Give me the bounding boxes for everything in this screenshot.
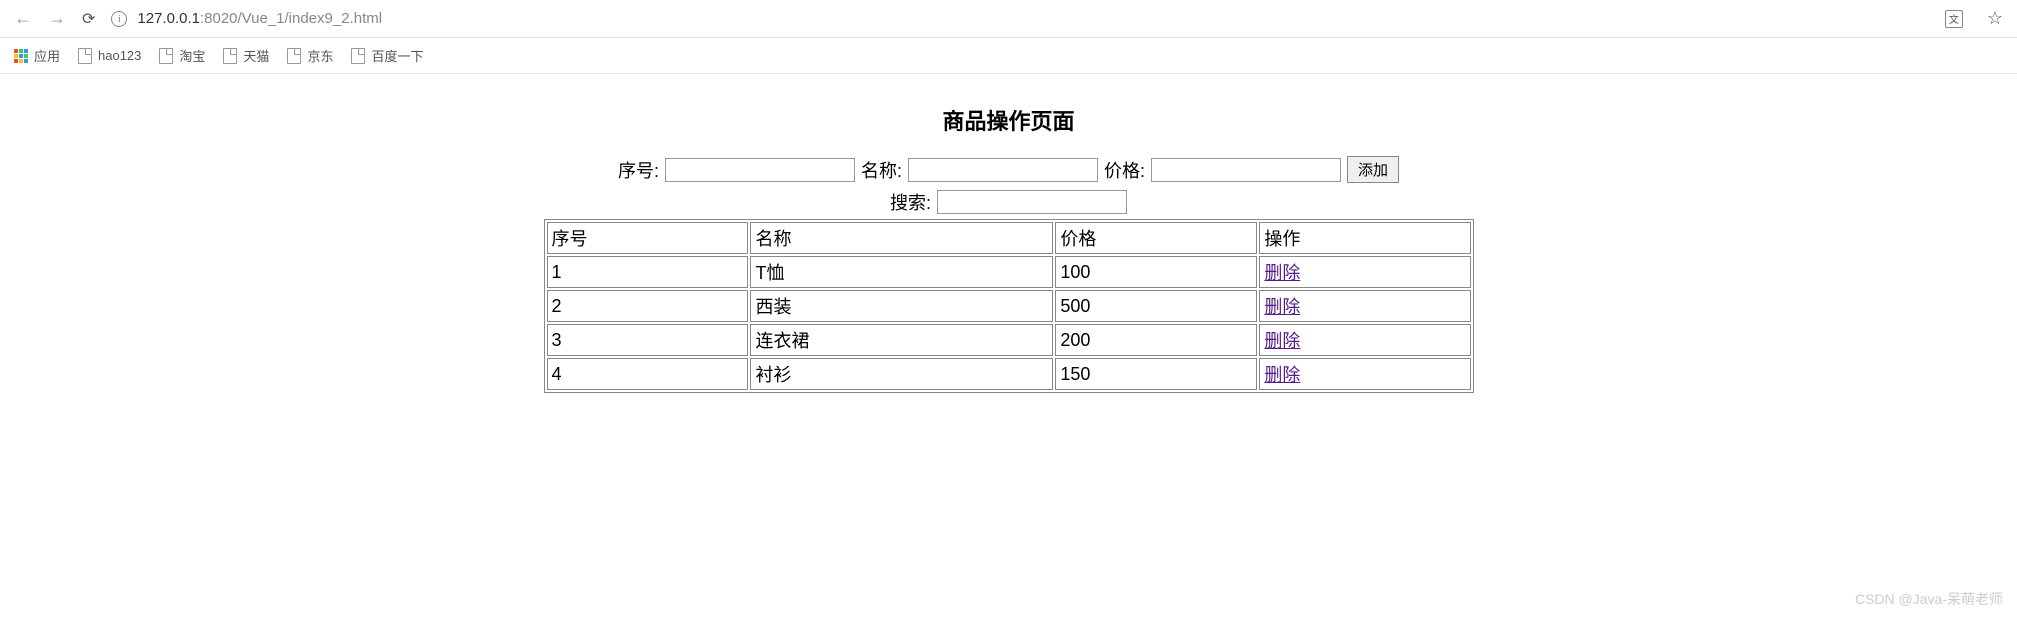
table-header-row: 序号 名称 价格 操作 xyxy=(547,222,1471,254)
cell-price: 150 xyxy=(1055,358,1257,390)
browser-toolbar: ← → ⟳ i 127.0.0.1:8020/Vue_1/index9_2.ht… xyxy=(0,0,2017,38)
site-info-icon[interactable]: i xyxy=(111,11,127,27)
cell-name: 连衣裙 xyxy=(750,324,1053,356)
apps-button[interactable]: 应用 xyxy=(14,46,60,65)
page-icon xyxy=(287,48,301,64)
apps-grid-icon xyxy=(14,49,28,63)
bookmark-tmall[interactable]: 天猫 xyxy=(223,46,269,65)
price-input[interactable] xyxy=(1151,158,1341,182)
delete-link[interactable]: 删除 xyxy=(1264,365,1300,385)
header-name: 名称 xyxy=(750,222,1053,254)
form-row: 序号: 名称: 价格: 添加 xyxy=(618,156,1399,183)
watermark: CSDN @Java-呆萌老师 xyxy=(1855,589,2003,609)
name-input[interactable] xyxy=(908,158,1098,182)
header-price: 价格 xyxy=(1055,222,1257,254)
forward-button[interactable]: → xyxy=(48,8,66,29)
bookmark-hao123[interactable]: hao123 xyxy=(78,48,141,64)
cell-name: 衬衫 xyxy=(750,358,1053,390)
translate-icon[interactable]: 文 xyxy=(1945,10,1963,28)
header-id: 序号 xyxy=(547,222,749,254)
cell-price: 100 xyxy=(1055,256,1257,288)
table-row: 2 西装 500 删除 xyxy=(547,290,1471,322)
search-label: 搜索: xyxy=(890,189,931,215)
reload-button[interactable]: ⟳ xyxy=(82,9,95,29)
back-button[interactable]: ← xyxy=(14,8,32,29)
cell-name: 西装 xyxy=(750,290,1053,322)
bookmark-baidu[interactable]: 百度一下 xyxy=(351,46,423,65)
bookmark-taobao[interactable]: 淘宝 xyxy=(159,46,205,65)
cell-id: 4 xyxy=(547,358,749,390)
page-icon xyxy=(78,48,92,64)
page-icon xyxy=(223,48,237,64)
url-text: 127.0.0.1:8020/Vue_1/index9_2.html xyxy=(137,10,382,27)
table-row: 4 衬衫 150 删除 xyxy=(547,358,1471,390)
search-row: 搜索: xyxy=(890,189,1127,215)
page-content: 商品操作页面 序号: 名称: 价格: 添加 搜索: 序号 名称 价格 操作 1 … xyxy=(0,74,2017,393)
cell-price: 200 xyxy=(1055,324,1257,356)
price-label: 价格: xyxy=(1104,157,1145,183)
header-action: 操作 xyxy=(1259,222,1470,254)
cell-id: 1 xyxy=(547,256,749,288)
cell-id: 2 xyxy=(547,290,749,322)
page-title: 商品操作页面 xyxy=(942,104,1074,136)
apps-label: 应用 xyxy=(34,46,60,65)
bookmark-star-icon[interactable]: ☆ xyxy=(1987,8,2003,29)
name-label: 名称: xyxy=(861,157,902,183)
id-label: 序号: xyxy=(618,157,659,183)
cell-id: 3 xyxy=(547,324,749,356)
cell-name: T恤 xyxy=(750,256,1053,288)
delete-link[interactable]: 删除 xyxy=(1264,297,1300,317)
search-input[interactable] xyxy=(937,190,1127,214)
bookmark-jd[interactable]: 京东 xyxy=(287,46,333,65)
table-row: 3 连衣裙 200 删除 xyxy=(547,324,1471,356)
bookmarks-bar: 应用 hao123 淘宝 天猫 京东 百度一下 xyxy=(0,38,2017,74)
add-button[interactable]: 添加 xyxy=(1347,156,1399,183)
address-bar[interactable]: i 127.0.0.1:8020/Vue_1/index9_2.html xyxy=(111,10,382,27)
cell-price: 500 xyxy=(1055,290,1257,322)
page-icon xyxy=(351,48,365,64)
product-table: 序号 名称 价格 操作 1 T恤 100 删除 2 西装 500 删除 3 连衣… xyxy=(544,219,1474,393)
delete-link[interactable]: 删除 xyxy=(1264,263,1300,283)
delete-link[interactable]: 删除 xyxy=(1264,331,1300,351)
table-row: 1 T恤 100 删除 xyxy=(547,256,1471,288)
page-icon xyxy=(159,48,173,64)
id-input[interactable] xyxy=(665,158,855,182)
